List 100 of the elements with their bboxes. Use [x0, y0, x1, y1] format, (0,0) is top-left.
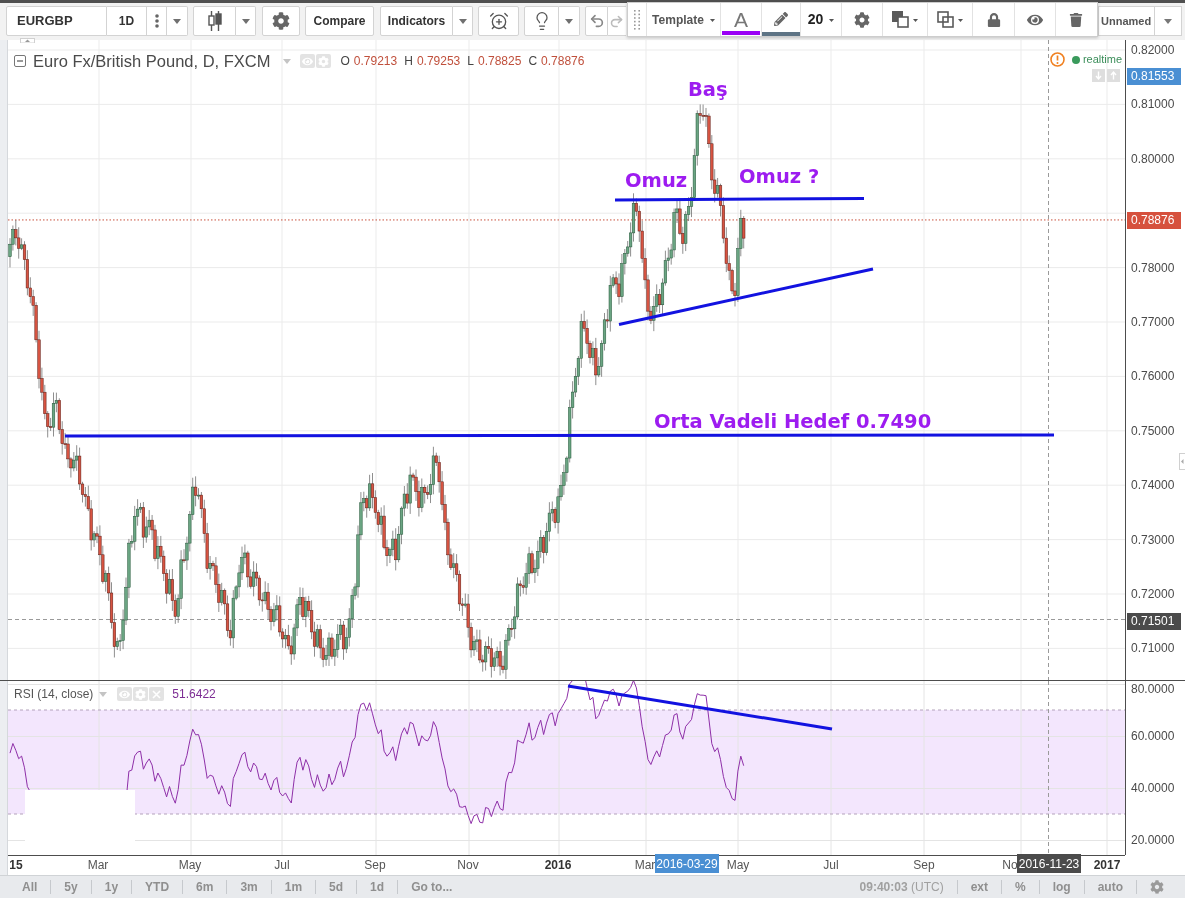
price-tick-label: 0.78000 [1131, 260, 1175, 275]
indicator-value: 51.6422 [172, 687, 216, 701]
dropdown-button[interactable] [559, 6, 580, 36]
price-tick-label: 0.80000 [1131, 151, 1175, 166]
time-tick-label: 2016 [544, 858, 572, 872]
date-badge: 2016-11-23 [1017, 854, 1081, 873]
settings-button[interactable] [262, 6, 300, 36]
caret-icon [99, 691, 108, 697]
indicators-button[interactable]: Indicators [380, 6, 453, 36]
price-tick-label: 0.73000 [1131, 532, 1175, 547]
settings-icon [272, 12, 290, 30]
price-badge: 0.78876 [1127, 211, 1181, 229]
time-tick-label: 2017 [1093, 858, 1121, 872]
interval-button[interactable]: 1D [107, 6, 147, 36]
time-tick-label: Sep [364, 858, 386, 872]
undo-icon [588, 13, 605, 29]
symbol-search-field[interactable]: EURGBP [6, 6, 107, 36]
caret-icon [958, 19, 963, 22]
rsi-tick-label: 80.0000 [1131, 682, 1175, 696]
layout-name-button[interactable]: Unnamed [1098, 6, 1155, 36]
ideas-button[interactable] [524, 6, 559, 36]
range-button[interactable]: 5y [51, 880, 91, 894]
range-button[interactable]: All [9, 880, 51, 894]
scale-option-button[interactable]: log [1039, 880, 1084, 894]
price-tick-label: 0.81000 [1131, 97, 1175, 112]
time-tick-label: May [178, 858, 202, 872]
date-badge: 2016-03-29 [655, 854, 719, 873]
ohlc-label: C [528, 54, 538, 68]
chart-annotation: Omuz ? [739, 165, 820, 188]
alert-button[interactable] [478, 6, 519, 36]
alarm-clock-icon [488, 11, 509, 31]
lock-icon [986, 12, 1001, 27]
candlestick-icon [207, 11, 222, 31]
compare-button[interactable]: Compare [305, 6, 374, 36]
chart-annotation: Omuz [625, 169, 688, 192]
indicator-title: RSI (14, close) [14, 687, 94, 701]
range-button[interactable]: 1y [91, 880, 132, 894]
time-tick-label: No [1002, 858, 1018, 872]
dropdown-button[interactable] [236, 6, 256, 36]
undo-button[interactable] [585, 6, 608, 36]
warning-icon[interactable] [1049, 52, 1065, 67]
caret-icon [829, 19, 835, 22]
range-button[interactable]: 3m [227, 880, 271, 894]
time-tick-label: Sep [913, 858, 935, 872]
timezone-button[interactable]: 09:40:03 (UTC) [846, 880, 957, 894]
status-dot-icon [1071, 55, 1080, 64]
price-tick-label: 0.77000 [1131, 315, 1175, 329]
realtime-label: realtime [1082, 53, 1122, 66]
range-button[interactable]: YTD [132, 880, 183, 894]
price-tick-label: 0.72000 [1131, 587, 1175, 601]
scale-option-button[interactable]: ext [957, 880, 1001, 894]
price-tick-label: 0.75000 [1131, 423, 1175, 438]
collapse-icon[interactable] [14, 55, 26, 67]
caret-icon [458, 18, 467, 24]
ohlc-value: 0.78825 [478, 54, 522, 68]
drag-handle-icon[interactable] [634, 9, 640, 30]
scale-option-button[interactable]: % [1002, 880, 1039, 894]
range-button[interactable]: 1d [357, 880, 398, 894]
text-color-button[interactable]: A [721, 3, 762, 36]
rsi-tick-label: 20.0000 [1131, 833, 1175, 847]
ohlc-value: 0.78876 [541, 54, 585, 68]
price-tick-label: 0.74000 [1131, 478, 1175, 493]
caret-icon [565, 18, 573, 24]
goto-button[interactable]: Go to... [398, 880, 466, 894]
overlap-squares-icon [937, 11, 954, 28]
more-button[interactable] [147, 6, 167, 36]
range-button[interactable]: 6m [183, 880, 227, 894]
range-button[interactable]: 5d [316, 880, 357, 894]
dropdown-button[interactable] [453, 6, 473, 36]
caret-icon [1164, 18, 1172, 24]
time-tick-label: Jul [823, 858, 839, 872]
caret-icon [282, 58, 291, 64]
settings-icon [854, 11, 870, 28]
line-color-button[interactable] [762, 3, 801, 36]
ohlc-value: 0.79213 [353, 54, 398, 68]
rsi-tick-label: 40.0000 [1131, 781, 1175, 795]
ohlc-label: H [404, 54, 413, 68]
scale-option-button[interactable]: auto [1084, 880, 1136, 894]
caret-icon [241, 18, 250, 24]
settings-icon [1150, 880, 1164, 894]
collapse-tab-icon[interactable] [20, 38, 35, 43]
price-tick-label: 0.76000 [1131, 369, 1175, 384]
dropdown-button[interactable] [1155, 6, 1182, 36]
price-badge: 0.81553 [1127, 67, 1181, 85]
caret-icon [709, 19, 715, 22]
ohlc-label: O [340, 54, 350, 68]
price-tick-label: 0.82000 [1131, 43, 1175, 57]
chart-annotation: Baş [688, 78, 728, 101]
chart-type-button[interactable] [193, 6, 236, 36]
time-tick-label: Mar [634, 858, 656, 872]
range-button[interactable]: 1m [271, 880, 316, 894]
font-size-button[interactable]: 20 [801, 3, 842, 36]
time-tick-label: Mar [87, 858, 109, 872]
dropdown-button[interactable] [167, 6, 188, 36]
time-tick-label: May [726, 858, 750, 872]
time-tick-label: Jul [274, 858, 290, 872]
trash-icon [1069, 12, 1083, 27]
template-button[interactable]: Template [647, 3, 721, 36]
rsi-tick-label: 60.0000 [1131, 729, 1175, 743]
fill-squares-icon [892, 11, 909, 28]
